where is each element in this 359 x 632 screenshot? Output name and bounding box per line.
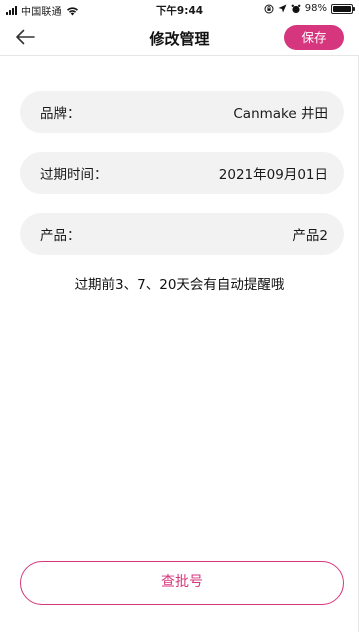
brand-value: Canmake 井田 [233, 106, 328, 122]
location-icon [278, 4, 287, 13]
status-bar: 中国联通 下午9:44 98% [0, 0, 359, 18]
check-batch-button[interactable]: 查批号 [20, 561, 344, 605]
product-field[interactable]: 产品： 产品2 [20, 213, 344, 255]
status-right: 98% [264, 3, 355, 14]
expiry-date-label: 过期时间： [40, 167, 108, 183]
brand-label: 品牌： [40, 106, 81, 122]
lock-rotation-icon [264, 4, 274, 13]
reminder-text: 过期前3、7、20天会有自动提醒哦 [74, 277, 285, 293]
brand-field[interactable]: 品牌： Canmake 井田 [20, 91, 344, 133]
save-button[interactable]: 保存 [284, 25, 344, 50]
alarm-icon [291, 4, 301, 13]
expiry-date-value: 2021年09月01日 [218, 167, 328, 183]
nav-bar: 修改管理 保存 [0, 18, 359, 56]
expiry-date-field[interactable]: 过期时间： 2021年09月01日 [20, 152, 344, 194]
product-label: 产品： [40, 228, 81, 244]
battery-icon [331, 3, 355, 14]
product-value: 产品2 [292, 228, 328, 244]
battery-percent: 98% [304, 3, 327, 14]
